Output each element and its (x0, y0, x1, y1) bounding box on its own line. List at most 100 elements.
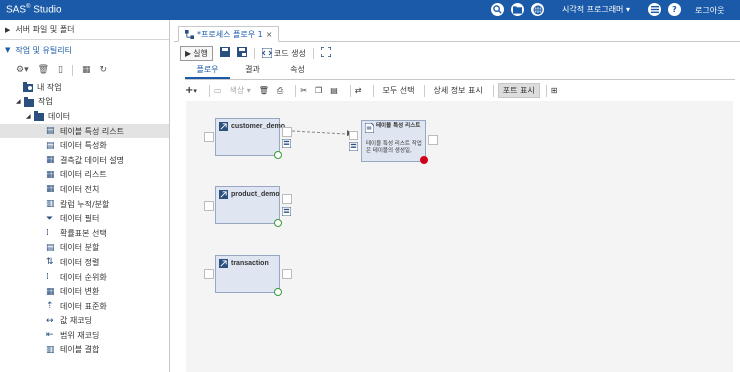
success-status-icon (274, 151, 282, 159)
tree-item-task[interactable]: ⏷ 데이터 필터 (0, 211, 169, 226)
tree-item-label: 데이터 순위화 (60, 272, 107, 282)
link-icon[interactable]: ⇄ (355, 86, 362, 95)
folder-icon (34, 111, 44, 122)
tree-item-task[interactable]: ⇡ 데이터 표준화 (0, 299, 169, 314)
search-icon[interactable] (491, 3, 504, 16)
run-button[interactable]: ▶ 실행 (180, 45, 213, 61)
tab-results[interactable]: 결과 (230, 63, 275, 79)
output-port[interactable] (282, 127, 292, 137)
data-node-customer-demo[interactable]: customer_demo (215, 118, 285, 156)
open-folder-icon[interactable]: ▭ (214, 86, 222, 95)
copy-icon[interactable]: ❐ (315, 86, 322, 95)
toolbar-divider (295, 84, 297, 97)
task-icon (282, 139, 291, 148)
app-logo: SAS® Studio (6, 4, 62, 16)
select-all-button[interactable]: 모두 선택 (378, 84, 418, 97)
tree-item-task[interactable]: ▦ 데이터 변환 (0, 284, 169, 299)
data-node-transaction[interactable]: transaction (215, 255, 280, 293)
cut-icon[interactable]: ✂ (300, 86, 307, 95)
navigation-pane: ▶ 서버 파일 및 폴더 ▼ 작업 및 유틸리티 ⚙▾ 🗑 ▯ ▦ ↻ 내 작업 ◢… (0, 20, 170, 372)
input-port[interactable] (204, 132, 214, 142)
chevron-down-icon: ◢ (26, 112, 31, 120)
maximize-icon[interactable] (320, 46, 332, 59)
transpose-icon: ▦ (46, 184, 55, 195)
add-icon[interactable]: +▾ (185, 85, 197, 96)
tree-item-task[interactable]: ⁞ 데이터 순위화 (0, 270, 169, 285)
code-gen-button[interactable]: 코드 생성 (261, 48, 306, 59)
code-icon (261, 48, 272, 58)
globe-icon[interactable] (531, 3, 544, 16)
tree-item-label: 데이터 특성화 (60, 141, 107, 151)
tree-item-task[interactable]: ⁞ 확률표본 선택 (0, 226, 169, 241)
data-node-product-demo[interactable]: product_demo (215, 186, 280, 224)
paste-icon[interactable]: ▤ (330, 86, 338, 95)
editor-tab-strip: *프로세스 플로우 1 × (174, 24, 740, 42)
task-node-table-attributes[interactable]: 테이블 특성 리스트 테이블 특성 리스트 작업은 테이블의 생성일, (361, 120, 426, 162)
tree-item-task[interactable]: ▦ 데이터 리스트 (0, 168, 169, 183)
toolbar-divider (312, 47, 314, 59)
vertical-scrollbar[interactable] (733, 101, 740, 372)
tree-item-label: 테이블 결합 (60, 345, 100, 355)
tree-item-task[interactable]: ⇤ 범위 재코딩 (0, 328, 169, 343)
transform-icon: ▦ (46, 286, 55, 297)
help-icon[interactable]: ? (668, 3, 681, 16)
tree-item-task[interactable]: ▤ 데이터 특성화 (0, 138, 169, 153)
show-ports-button[interactable]: 포트 표시 (497, 83, 540, 98)
tree-my-tasks[interactable]: 내 작업 (0, 80, 169, 95)
tasks-toolbar: ⚙▾ 🗑 ▯ ▦ ↻ (0, 60, 169, 80)
save-as-icon[interactable] (236, 47, 247, 59)
divider (185, 79, 735, 80)
list-data-icon: ▦ (46, 169, 55, 180)
tree-item-label: 데이터 정렬 (60, 257, 100, 267)
sample-icon: ⁞ (46, 228, 49, 239)
list-view-icon[interactable]: ▦ (82, 65, 91, 75)
task-icon (349, 142, 358, 151)
tab-process-flow[interactable]: *프로세스 플로우 1 × (178, 26, 280, 42)
output-port[interactable] (282, 269, 292, 279)
style-menu[interactable]: 색상 ▾ (229, 85, 250, 96)
chevron-down-icon: ◢ (16, 98, 21, 106)
rank-icon: ⁞ (46, 272, 49, 283)
menu-icon[interactable] (648, 3, 661, 16)
tree-tasks[interactable]: ◢ 작업 (0, 95, 169, 110)
standardize-icon: ⇡ (46, 301, 54, 312)
tree-data[interactable]: ◢ 데이터 (0, 109, 169, 124)
save-icon[interactable] (219, 47, 230, 59)
tree-item-task[interactable]: ▤ 테이블 특성 리스트 (0, 123, 169, 139)
section-server-files[interactable]: ▶ 서버 파일 및 폴더 (0, 20, 169, 40)
tree-item-task[interactable]: ▦ 결측값 데이터 설명 (0, 153, 169, 168)
tree-item-task[interactable]: ▥ 테이블 결합 (0, 343, 169, 358)
input-port[interactable] (349, 131, 358, 140)
user-folder-icon (23, 82, 33, 93)
tree-item-label: 결측값 데이터 설명 (60, 155, 124, 165)
print-icon[interactable]: ⎙ (277, 86, 283, 96)
sort-icon: ⇅ (46, 257, 54, 268)
tab-flow[interactable]: 플로우 (185, 63, 230, 79)
close-icon[interactable]: × (266, 30, 273, 39)
properties-icon[interactable]: ▯ (58, 65, 63, 75)
toolbar-divider (545, 84, 547, 97)
output-port[interactable] (428, 135, 438, 145)
flow-toolbar: ▶ 실행 코드 생성 (180, 45, 332, 61)
show-details-button[interactable]: 상세 정보 표시 (429, 84, 486, 97)
input-port[interactable] (204, 269, 214, 279)
perspective-menu[interactable]: 시각적 프로그래머 ▾ (562, 4, 630, 15)
tree-item-task[interactable]: ↔ 값 재코딩 (0, 314, 169, 329)
tab-properties[interactable]: 속성 (275, 63, 320, 79)
layout-icon[interactable]: ⊞ (551, 86, 558, 95)
tree-item-task[interactable]: ▦ 데이터 전치 (0, 182, 169, 197)
filter-icon: ⏷ (46, 213, 54, 224)
delete-icon[interactable]: 🗑 (38, 65, 49, 75)
toolbar-divider (424, 84, 426, 97)
refresh-icon[interactable]: ↻ (100, 65, 108, 75)
tree-item-task[interactable]: ▤ 데이터 분할 (0, 241, 169, 256)
open-folder-icon[interactable] (511, 3, 524, 16)
output-port[interactable] (282, 194, 292, 204)
tree-item-task[interactable]: ▥ 칼럼 누적/분할 (0, 197, 169, 212)
tree-item-task[interactable]: ⇅ 데이터 정렬 (0, 255, 169, 270)
input-port[interactable] (204, 201, 214, 211)
logout-link[interactable]: 로그아웃 (695, 5, 724, 16)
delete-icon[interactable]: 🗑 (259, 86, 269, 95)
section-tasks-utilities[interactable]: ▼ 작업 및 유틸리티 (0, 40, 169, 60)
new-task-icon[interactable]: ⚙▾ (16, 65, 29, 75)
